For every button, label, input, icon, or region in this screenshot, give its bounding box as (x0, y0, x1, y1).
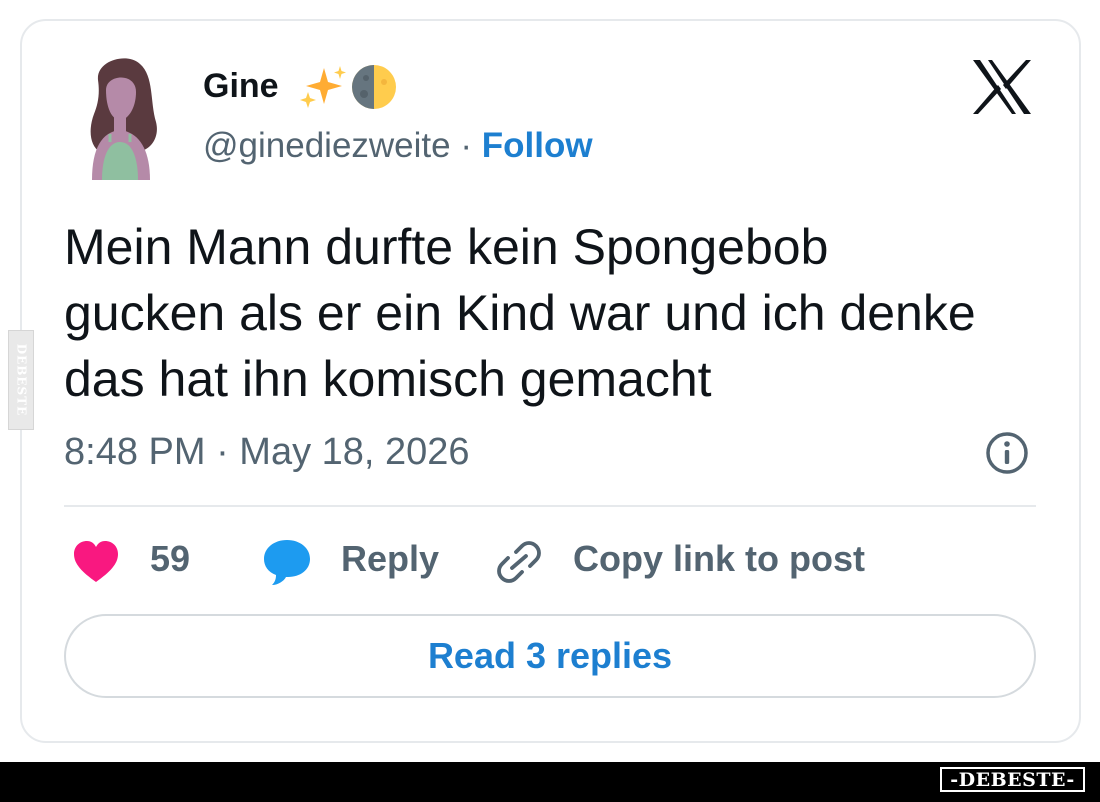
like-count[interactable]: 59 (150, 536, 190, 582)
follow-button[interactable]: Follow (482, 126, 593, 165)
reply-button[interactable]: Reply (341, 536, 439, 582)
info-icon[interactable] (984, 430, 1030, 476)
tweet-text-line: Mein Mann durfte kein Spongebob (64, 219, 829, 275)
author-handle[interactable]: @ginediezweite (203, 126, 451, 165)
link-icon[interactable] (494, 538, 544, 586)
half-moon-icon (352, 65, 396, 109)
speech-bubble-icon[interactable] (262, 538, 312, 586)
copy-link-button[interactable]: Copy link to post (573, 536, 865, 582)
x-logo-icon[interactable] (970, 58, 1034, 116)
divider (64, 505, 1036, 507)
tweet-text: Mein Mann durfte kein Spongebob gucken a… (64, 214, 1064, 412)
handle-row: @ginediezweite · Follow (203, 124, 593, 168)
name-emoji-icon (300, 65, 396, 109)
tweet-text-line: gucken als er ein Kind war und ich denke (64, 285, 976, 341)
read-replies-button[interactable]: Read 3 replies (64, 614, 1036, 698)
sparkles-icon (300, 66, 346, 108)
avatar[interactable] (70, 50, 170, 180)
handle-separator: · (450, 126, 482, 165)
side-watermark: DEBESTE (8, 330, 34, 430)
author-name[interactable]: Gine (203, 64, 279, 108)
heart-icon[interactable] (72, 540, 120, 584)
tweet-text-line: das hat ihn komisch gemacht (64, 351, 712, 407)
footer-watermark: -DEBESTE- (940, 767, 1085, 792)
tweet-timestamp[interactable]: 8:48 PM · May 18, 2026 (64, 428, 470, 476)
screenshot-stage: Gine @ginediezweite · Follow Mein Mann d… (0, 0, 1100, 802)
side-watermark-text: DEBESTE (14, 343, 28, 417)
footer-bar (0, 762, 1100, 802)
